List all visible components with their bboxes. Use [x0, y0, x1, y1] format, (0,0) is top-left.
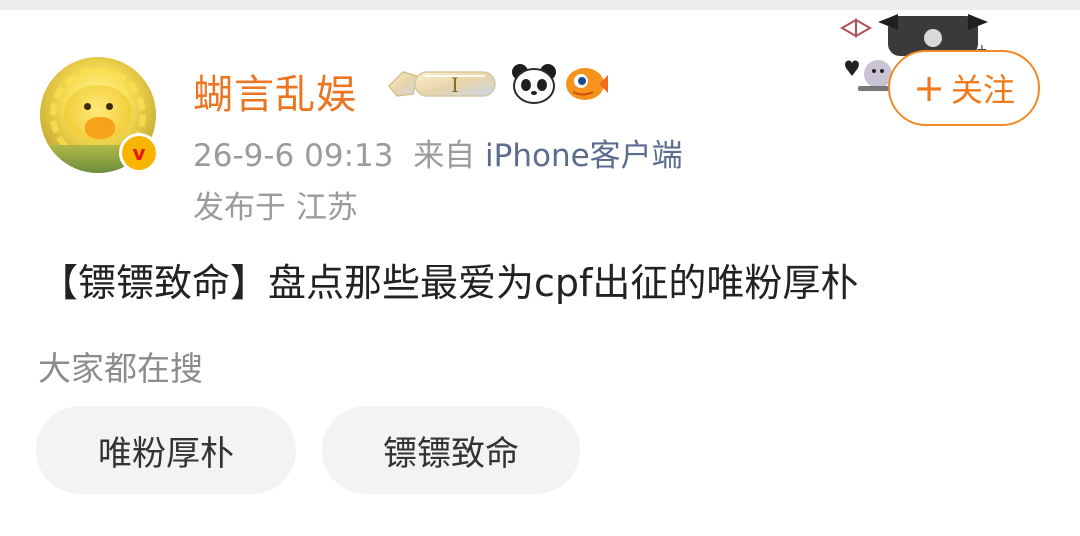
post-location: 发布于 江苏 [193, 190, 358, 226]
avatar-beak [85, 117, 115, 139]
post-meta: 26-9-6 09:13 来自 iPhone客户端 [193, 130, 683, 175]
avatar-eye [84, 103, 91, 110]
search-tag-label: 唯粉厚朴 [98, 433, 234, 474]
fish-icon[interactable] [563, 62, 609, 104]
post-from-label: 来自 [413, 138, 476, 174]
top-separator [0, 0, 1080, 10]
panda-icon[interactable] [510, 62, 558, 104]
post-time: 26-9-6 09:13 [193, 138, 394, 174]
trending-search-label: 大家都在搜 [38, 349, 203, 388]
follow-button[interactable]: + 关注 [888, 50, 1040, 126]
post-text: 【镖镖致命】盘点那些最爱为cpf出征的唯粉厚朴 [40, 261, 859, 305]
verified-v-icon: v [119, 133, 159, 173]
search-tag-chip[interactable]: 唯粉厚朴 [36, 406, 296, 494]
crystal-badge-letter: I [451, 73, 459, 97]
search-tag-label: 镖镖致命 [383, 433, 519, 474]
search-tag-chip[interactable]: 镖镖致命 [322, 406, 580, 494]
follow-label: 关注 [950, 71, 1015, 109]
post-client-link[interactable]: iPhone客户端 [485, 138, 683, 174]
plus-icon: + [913, 66, 945, 110]
author-name[interactable]: 蝴言乱娱 [193, 62, 357, 120]
crystal-level-badge-icon[interactable]: I [385, 66, 499, 100]
avatar-eye [106, 103, 113, 110]
